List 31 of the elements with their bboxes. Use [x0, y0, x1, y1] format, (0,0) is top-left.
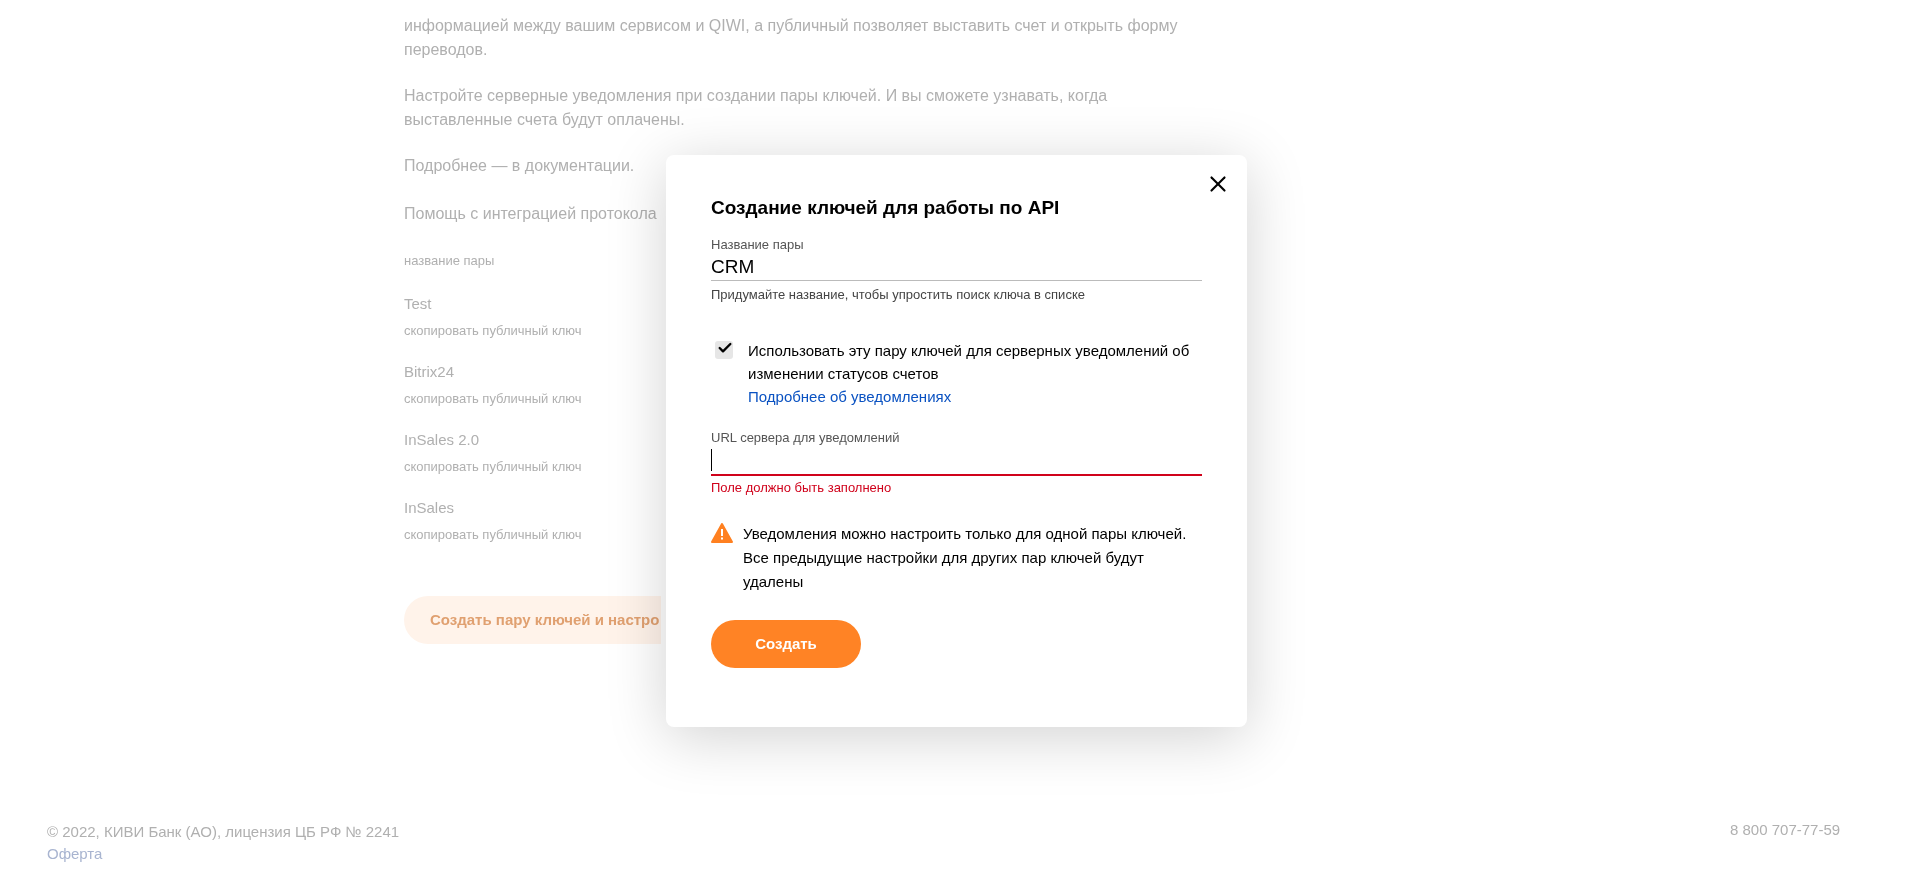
copy-key-link[interactable]: скопировать публичный ключ	[404, 526, 582, 544]
text-cursor	[711, 449, 712, 471]
notifications-link[interactable]: Подробнее об уведомлениях	[748, 385, 952, 408]
checkbox-label: Использовать эту пару ключей для серверных уведомлений об изменении статусов счетов	[748, 341, 1191, 384]
create-key-pair-button[interactable]: Создать пару ключей и настро	[404, 596, 662, 644]
help-link[interactable]: Помощь с интеграцией протокола	[404, 202, 657, 226]
server-url-field[interactable]	[711, 446, 1202, 476]
key-name: Test	[404, 294, 432, 314]
field-label: Название пары	[711, 237, 804, 253]
dialog-title: Создание ключей для работы по API	[711, 196, 1060, 220]
field-label: URL сервера для уведомлений	[711, 430, 900, 446]
notifications-checkbox[interactable]	[715, 341, 733, 359]
column-header: название пары	[404, 252, 495, 270]
paragraph: Настройте серверные уведомления при создании пары ключей. И вы сможете узнавать, когда выставленные счета будут оплачены.	[404, 86, 1109, 130]
copy-key-link[interactable]: скопировать публичный ключ	[404, 322, 582, 340]
key-name: InSales	[404, 498, 455, 518]
warning-text: Уведомления можно настроить только для одной пары ключей. Все предыдущие настройки для других пар ключей будут удалены	[743, 524, 1188, 592]
offer-link[interactable]: Оферта	[47, 844, 103, 864]
warning-icon	[711, 523, 733, 543]
documentation-link[interactable]: Подробнее — в документации.	[404, 154, 635, 178]
copyright-text: © 2022, КИВИ Банк (АО), лицензия ЦБ РФ № 2241	[47, 822, 400, 842]
paragraph: информацией между вашим сервисом и QIWI, а публичный позволяет выставить счет и открыть форму переводов.	[404, 16, 1179, 60]
phone-number: 8 800 707-77-59	[1730, 820, 1841, 840]
copy-key-link[interactable]: скопировать публичный ключ	[404, 390, 582, 408]
copy-key-link[interactable]: скопировать публичный ключ	[404, 458, 582, 476]
key-name: Bitrix24	[404, 362, 455, 382]
pair-name-field[interactable]: CRM	[711, 253, 1202, 281]
key-name: InSales 2.0	[404, 430, 480, 450]
field-hint: Придумайте название, чтобы упростить поиск ключа в списке	[711, 287, 1085, 303]
error-message: Поле должно быть заполнено	[711, 480, 892, 496]
create-button[interactable]: Создать	[711, 620, 861, 668]
